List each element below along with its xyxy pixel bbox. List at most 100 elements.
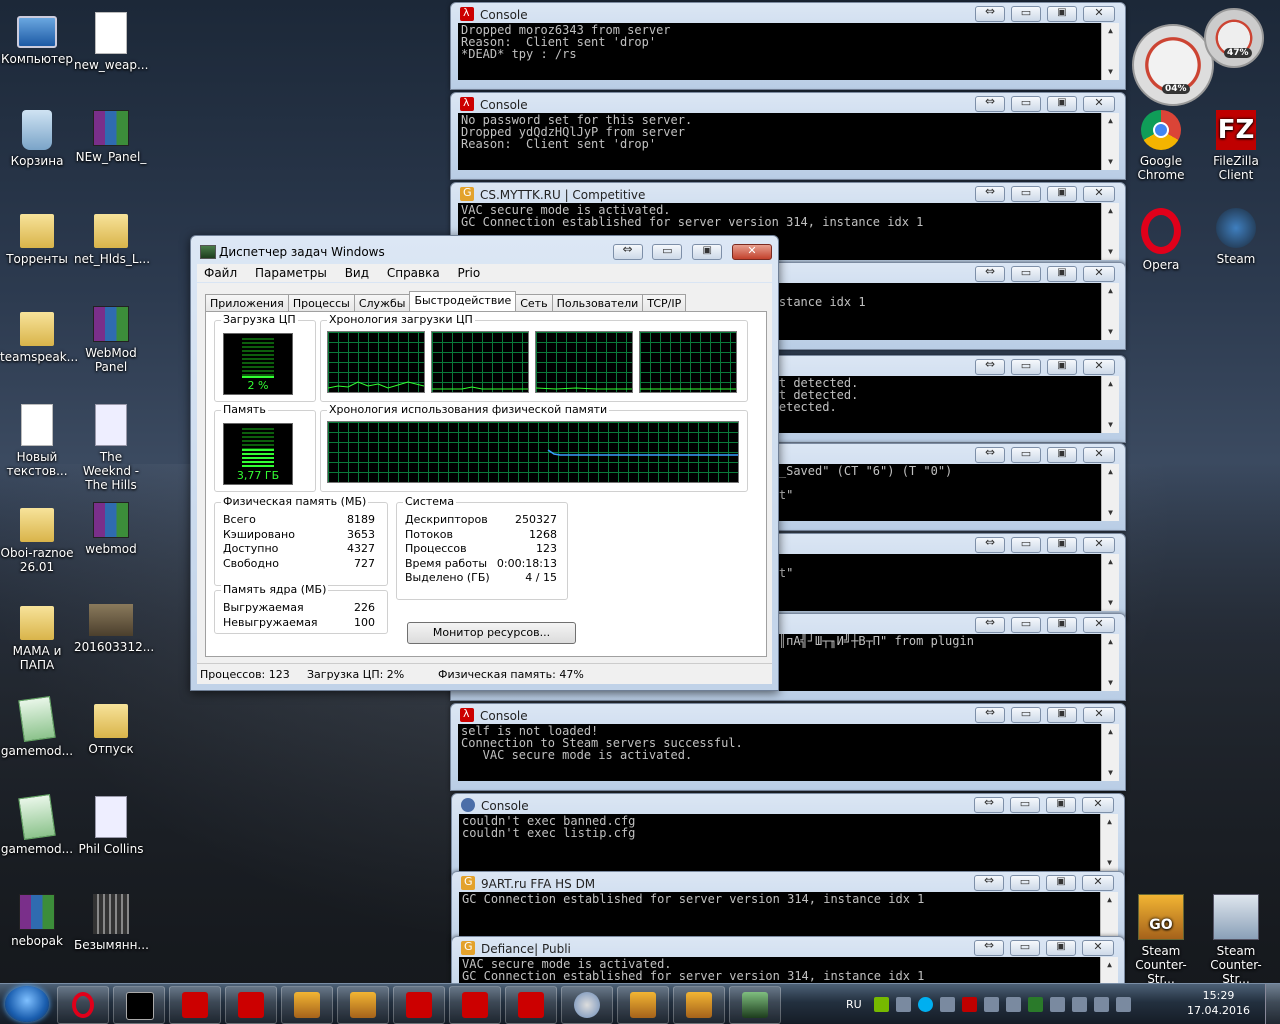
close-button[interactable] (1083, 447, 1115, 463)
console-titlebar[interactable]: Console (452, 794, 1124, 814)
close-button[interactable] (1082, 875, 1114, 891)
minimize-button[interactable] (1011, 96, 1041, 112)
console-scrollbar[interactable]: ▲▼ (1101, 634, 1119, 691)
console-scrollbar[interactable]: ▲▼ (1101, 203, 1119, 260)
taskbar-button[interactable] (449, 986, 501, 1024)
scroll-down-icon[interactable]: ▼ (1102, 419, 1119, 431)
maximize-button[interactable] (1047, 186, 1077, 202)
minimize-button[interactable] (1010, 875, 1040, 891)
maximize-button[interactable] (1047, 359, 1077, 375)
console-titlebar[interactable]: 9ART.ru FFA HS DM (452, 872, 1124, 892)
minimize-button[interactable] (1011, 617, 1041, 633)
menu-options[interactable]: Параметры (248, 264, 334, 280)
restore-size-button[interactable] (975, 94, 1005, 112)
console-scrollbar[interactable]: ▲▼ (1101, 23, 1119, 80)
menu-prio[interactable]: Prio (451, 264, 488, 280)
menu-file[interactable]: Файл (197, 264, 244, 280)
desktop-icon-18[interactable]: nebopak (0, 890, 74, 948)
taskbar-button[interactable] (505, 986, 557, 1024)
resource-monitor-button[interactable]: Монитор ресурсов... (407, 622, 576, 644)
scroll-up-icon[interactable]: ▲ (1102, 466, 1119, 478)
minimize-button[interactable] (1010, 797, 1040, 813)
maximize-button[interactable] (1046, 875, 1076, 891)
restore-size-button[interactable] (975, 357, 1005, 375)
maximize-button[interactable] (692, 244, 723, 260)
minimize-button[interactable] (1011, 447, 1041, 463)
maximize-button[interactable] (1047, 707, 1077, 723)
close-button[interactable] (1083, 186, 1115, 202)
console-output[interactable]: No password set for this server. Dropped … (458, 113, 1119, 170)
console-scrollbar[interactable]: ▲▼ (1101, 283, 1119, 340)
nvidia-icon[interactable] (874, 997, 889, 1012)
console-titlebar[interactable]: Defiance| Publi (452, 937, 1124, 957)
menu-help[interactable]: Справка (380, 264, 447, 280)
console-output[interactable]: self is not loaded! Connection to Steam s… (458, 724, 1119, 781)
desktop-shortcut-1[interactable]: FZ FileZilla Client (1199, 106, 1273, 182)
desktop-icon-13[interactable]: 201603312... (74, 596, 154, 654)
restore-size-button[interactable] (975, 445, 1005, 463)
restore-size-button[interactable] (974, 938, 1004, 956)
network-icon[interactable] (1094, 997, 1109, 1012)
desktop-icon-14[interactable]: gamemod... (0, 694, 74, 758)
maximize-button[interactable] (1047, 447, 1077, 463)
taskbar-button[interactable] (673, 986, 725, 1024)
minimize-button[interactable] (1011, 266, 1041, 282)
action-center-flag-icon[interactable] (1072, 997, 1087, 1012)
scroll-down-icon[interactable]: ▼ (1102, 156, 1119, 168)
desktop-icon-15[interactable]: Отпуск (74, 694, 148, 756)
desktop-icon-19[interactable]: Безымянн... (74, 890, 149, 952)
restore-size-button[interactable] (975, 535, 1005, 553)
maximize-button[interactable] (1047, 6, 1077, 22)
desktop-icon-8[interactable]: Новый текстов... (0, 400, 74, 478)
tray-app-icon[interactable] (984, 997, 999, 1012)
scroll-down-icon[interactable]: ▼ (1102, 507, 1119, 519)
desktop-icon-2[interactable]: Корзина (0, 106, 74, 168)
desktop-icon-10[interactable]: Oboi-raznoe 26.01 (0, 498, 74, 574)
close-button[interactable] (1082, 940, 1114, 956)
desktop-icon-6[interactable]: teamspeak... (0, 302, 78, 364)
maximize-button[interactable] (1047, 617, 1077, 633)
clock[interactable]: 15:29 17.04.2016 (1187, 988, 1250, 1018)
taskbar-button[interactable] (225, 986, 277, 1024)
console-scrollbar[interactable]: ▲▼ (1101, 376, 1119, 433)
scroll-down-icon[interactable]: ▼ (1102, 326, 1119, 338)
desktop-icon-17[interactable]: Phil Collins (74, 792, 148, 856)
tray-app-icon[interactable] (1006, 997, 1021, 1012)
restore-size-button[interactable] (974, 873, 1004, 891)
taskbar-button[interactable] (169, 986, 221, 1024)
close-button[interactable] (1083, 6, 1115, 22)
scroll-down-icon[interactable]: ▼ (1102, 246, 1119, 258)
desktop-shortcut-0[interactable]: Google Chrome (1124, 106, 1198, 182)
minimize-button[interactable] (1010, 940, 1040, 956)
tray-app-icon[interactable] (1050, 997, 1065, 1012)
volume-icon[interactable] (1116, 997, 1131, 1012)
desktop-icon-7[interactable]: WebMod Panel (74, 302, 148, 374)
close-button[interactable] (732, 244, 772, 260)
close-button[interactable] (1083, 266, 1115, 282)
console-output[interactable]: Dropped moroz6343 from server Reason: Cli… (458, 23, 1119, 80)
scroll-down-icon[interactable]: ▼ (1102, 677, 1119, 689)
restore-size-button[interactable] (975, 705, 1005, 723)
desktop-icon-9[interactable]: The Weeknd - The Hills (74, 400, 148, 492)
console-window[interactable]: ConsoleDropped moroz6343 from serverReas… (450, 2, 1126, 90)
start-button[interactable] (5, 986, 49, 1022)
desktop-shortcut-5[interactable]: Steam Counter-Str... (1199, 890, 1273, 986)
console-scrollbar[interactable]: ▲▼ (1101, 113, 1119, 170)
skype-icon[interactable] (918, 997, 933, 1012)
maximize-button[interactable] (1046, 797, 1076, 813)
scroll-down-icon[interactable]: ▼ (1102, 597, 1119, 609)
desktop-icon-5[interactable]: net_Hlds_L... (74, 204, 150, 266)
scroll-up-icon[interactable]: ▲ (1102, 378, 1119, 390)
close-button[interactable] (1083, 359, 1115, 375)
desktop-icon-12[interactable]: МАМА и ПАПА (0, 596, 74, 672)
minimize-button[interactable] (1011, 537, 1041, 553)
desktop-shortcut-3[interactable]: Steam (1199, 204, 1273, 266)
close-button[interactable] (1083, 707, 1115, 723)
taskbar-button[interactable] (337, 986, 389, 1024)
console-window[interactable]: Consoleself is not loaded!Connection to … (450, 703, 1126, 791)
restore-size-button[interactable] (612, 242, 643, 260)
tray-app-icon[interactable] (1028, 997, 1043, 1012)
desktop-shortcut-4[interactable]: GO Steam Counter-Str... (1124, 890, 1198, 986)
taskbar-button[interactable] (113, 986, 165, 1024)
filezilla-tray-icon[interactable] (962, 997, 977, 1012)
